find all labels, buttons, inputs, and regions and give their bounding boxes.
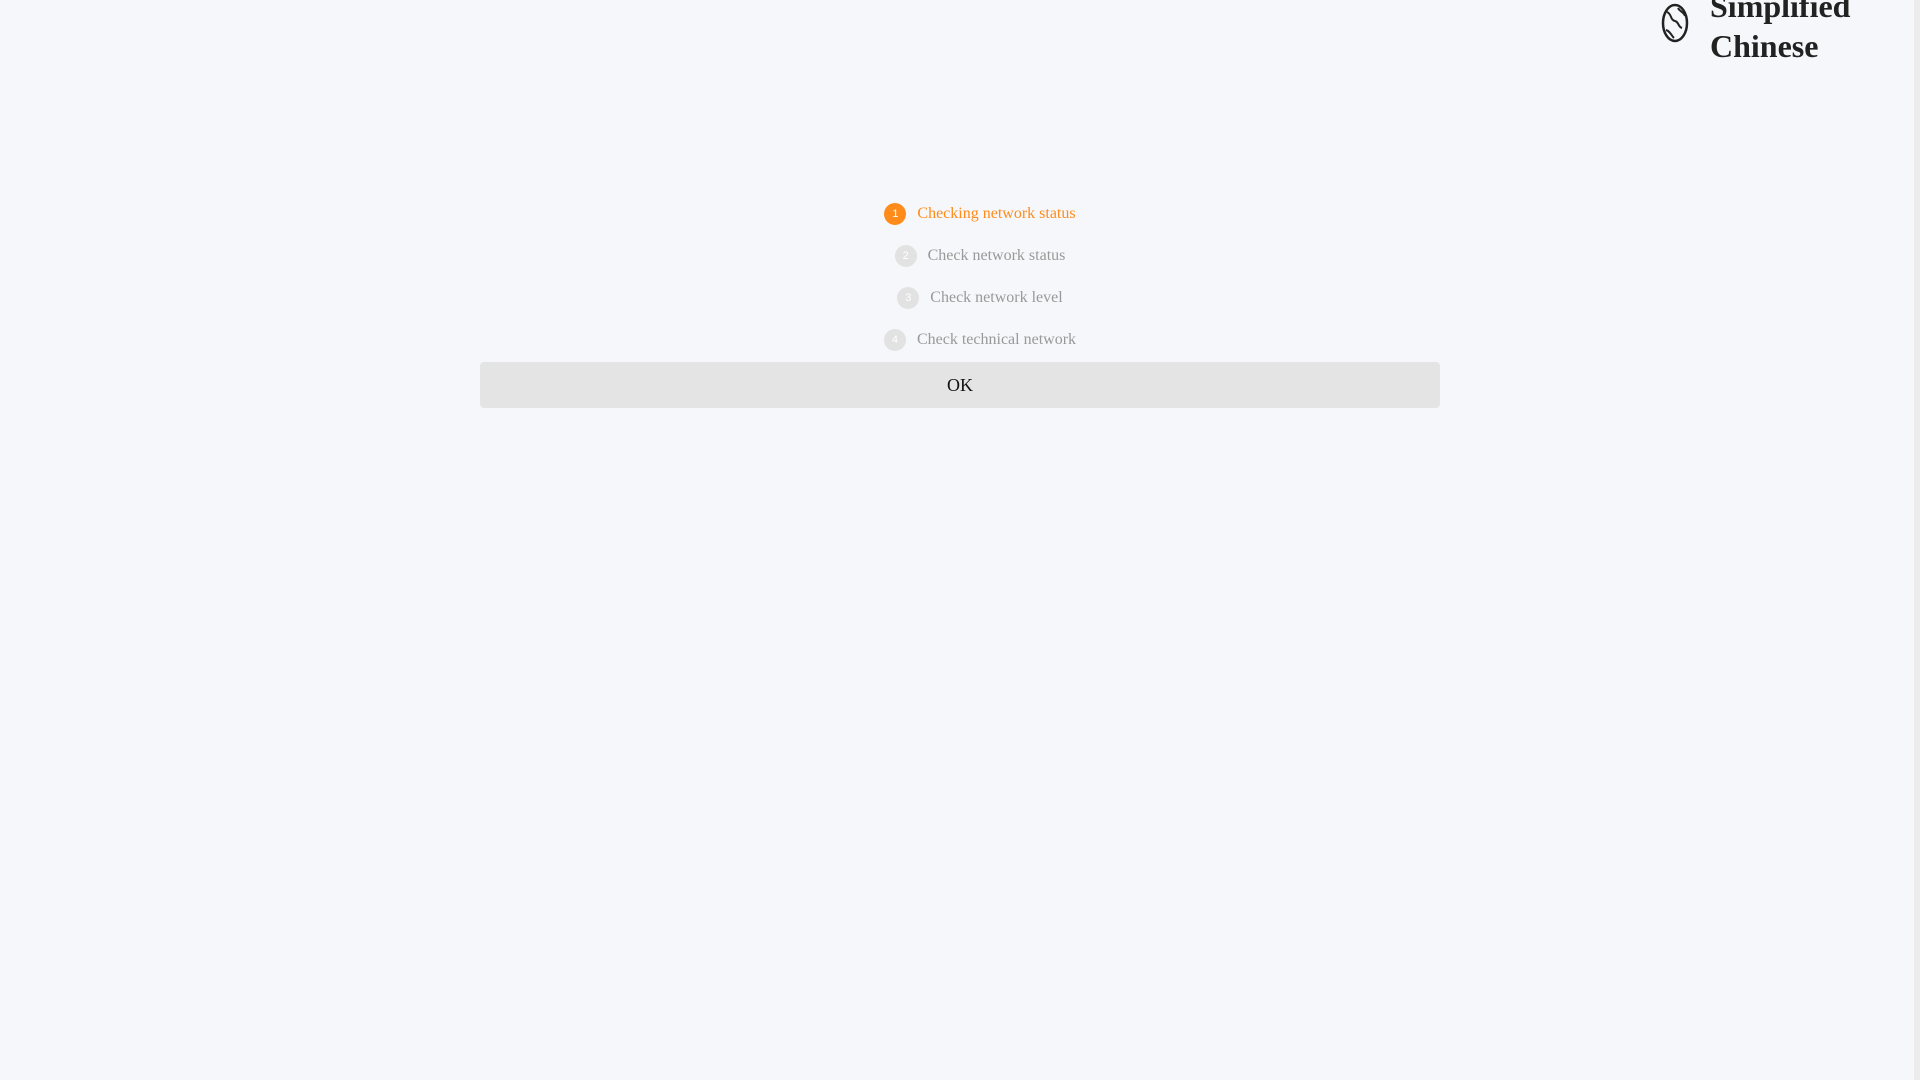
step-1: 1 Checking network status: [884, 193, 1076, 235]
step-label: Check network level: [930, 289, 1063, 306]
step-3: 3 Check network level: [897, 277, 1063, 319]
language-switch[interactable]: Simplified Chinese: [1658, 0, 1900, 66]
step-label: Checking network status: [917, 205, 1076, 222]
globe-icon: [1661, 3, 1689, 43]
language-label[interactable]: Simplified Chinese: [1710, 0, 1900, 66]
step-number-badge: 1: [884, 203, 907, 225]
step-number-badge: 3: [897, 287, 920, 309]
step-number-badge: 2: [894, 245, 917, 267]
step-label: Check technical network: [916, 331, 1077, 348]
step-label: Check network status: [927, 247, 1066, 264]
ok-button[interactable]: OK: [480, 362, 1440, 408]
progress-steps: 1 Checking network status 2 Check networ…: [0, 193, 1920, 361]
step-4: 4 Check technical network: [883, 319, 1077, 361]
scrollbar[interactable]: [1914, 0, 1920, 1080]
step-number-badge: 4: [883, 329, 906, 351]
page: Simplified Chinese 1 Checking network st…: [0, 0, 1920, 1080]
step-2: 2 Check network status: [894, 235, 1066, 277]
